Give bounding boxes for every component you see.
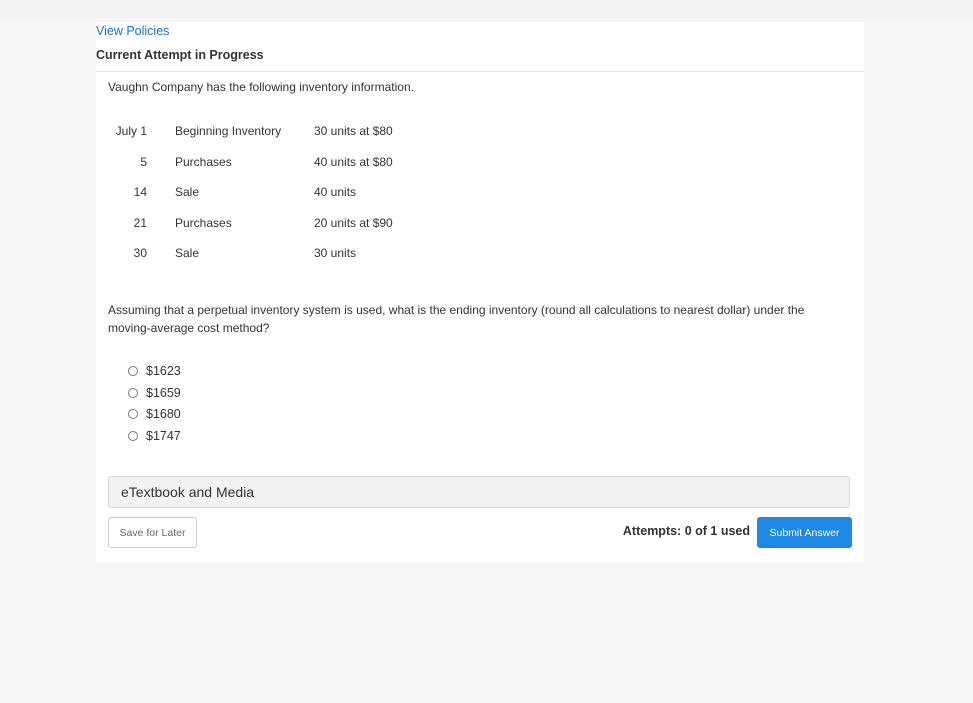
radio-button[interactable] bbox=[128, 430, 138, 441]
radio-button[interactable] bbox=[128, 409, 138, 420]
row-quantity: 40 units bbox=[314, 185, 357, 200]
etextbook-media-panel[interactable]: eTextbook and Media bbox=[108, 476, 850, 508]
row-date: July 1 bbox=[115, 124, 147, 139]
etextbook-media-label: eTextbook and Media bbox=[121, 484, 255, 500]
answer-option[interactable]: $1680 bbox=[128, 403, 181, 425]
question-intro: Vaughn Company has the following invento… bbox=[108, 80, 414, 94]
row-description: Sale bbox=[175, 246, 200, 261]
page: View Policies Current Attempt in Progres… bbox=[0, 0, 973, 703]
option-label: $1623 bbox=[146, 363, 181, 378]
top-header-strip bbox=[0, 0, 973, 22]
answer-option[interactable]: $1623 bbox=[128, 360, 181, 382]
option-label: $1747 bbox=[146, 428, 181, 443]
row-description: Purchases bbox=[175, 215, 232, 230]
option-label: $1659 bbox=[146, 385, 181, 400]
submit-answer-button[interactable]: Submit Answer bbox=[757, 517, 852, 548]
attempts-counter: Attempts: 0 of 1 used bbox=[622, 524, 750, 538]
table-row: 5 Purchases 40 units at $80 bbox=[108, 147, 464, 178]
row-date: 21 bbox=[133, 215, 147, 230]
radio-button[interactable] bbox=[128, 387, 138, 398]
row-quantity: 20 units at $90 bbox=[314, 215, 393, 230]
row-quantity: 40 units at $80 bbox=[314, 154, 393, 169]
save-for-later-button[interactable]: Save for Later bbox=[108, 517, 197, 548]
row-date: 14 bbox=[133, 185, 147, 200]
row-description: Purchases bbox=[175, 154, 232, 169]
row-quantity: 30 units bbox=[314, 246, 357, 261]
divider bbox=[96, 71, 864, 72]
table-row: 21 Purchases 20 units at $90 bbox=[108, 208, 464, 239]
row-date: 30 bbox=[133, 246, 147, 261]
inventory-table: July 1 Beginning Inventory 30 units at $… bbox=[108, 116, 464, 269]
answer-option[interactable]: $1659 bbox=[128, 382, 181, 404]
question-card: View Policies Current Attempt in Progres… bbox=[96, 22, 864, 562]
attempt-status: Current Attempt in Progress bbox=[96, 48, 264, 62]
radio-button[interactable] bbox=[128, 365, 138, 376]
table-row: July 1 Beginning Inventory 30 units at $… bbox=[108, 116, 464, 147]
row-description: Sale bbox=[175, 185, 200, 200]
table-row: 30 Sale 30 units bbox=[108, 238, 464, 269]
question-prompt: Assuming that a perpetual inventory syst… bbox=[108, 303, 805, 335]
row-description: Beginning Inventory bbox=[175, 124, 282, 139]
view-policies-link[interactable]: View Policies bbox=[96, 24, 169, 38]
answer-option[interactable]: $1747 bbox=[128, 425, 181, 447]
option-label: $1680 bbox=[146, 407, 181, 422]
row-quantity: 30 units at $80 bbox=[314, 124, 393, 139]
answer-options: $1623 $1659 $1680 $1747 bbox=[128, 360, 181, 447]
table-row: 14 Sale 40 units bbox=[108, 177, 464, 208]
row-date: 5 bbox=[140, 154, 147, 169]
